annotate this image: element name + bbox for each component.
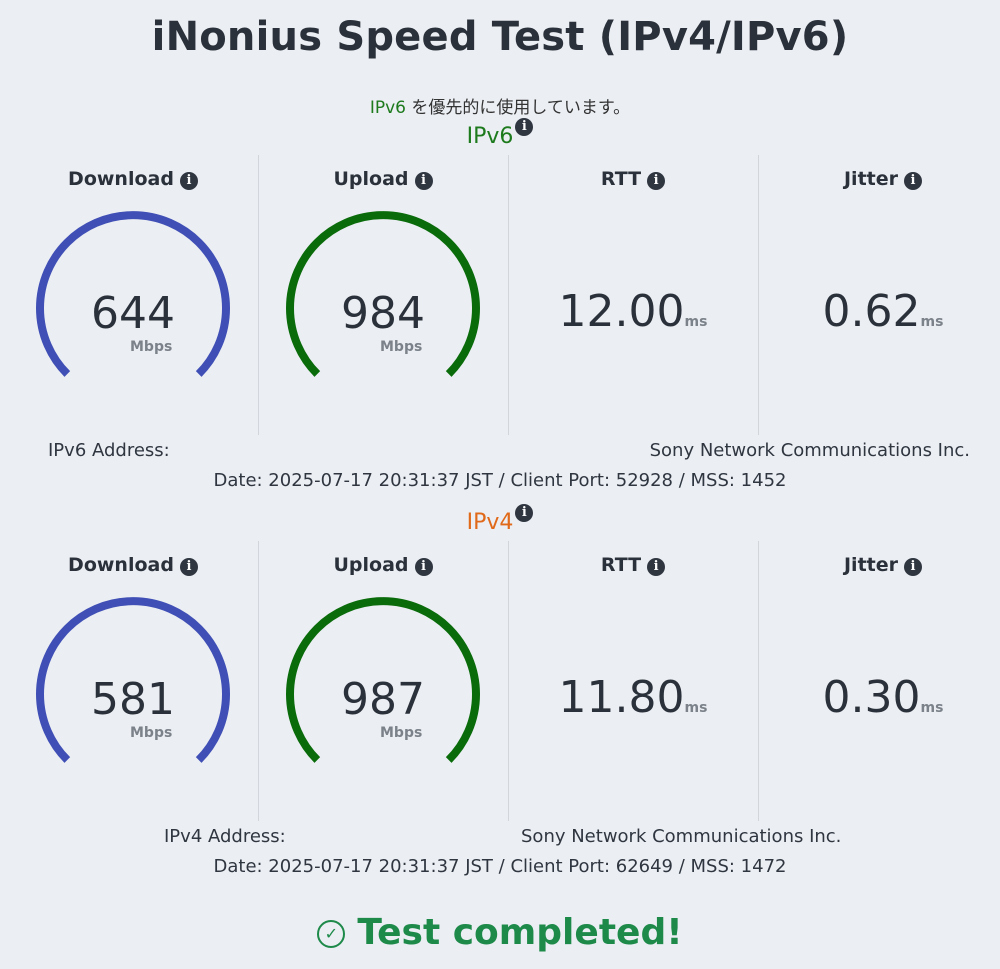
ipv4-details: Date: 2025-07-17 20:31:37 JST / Client P… [213, 856, 787, 877]
info-icon[interactable]: i [515, 118, 534, 136]
ipv4-upload-unit: Mbps [380, 725, 423, 741]
ipv6-jitter-value: 0.62ms [822, 286, 944, 337]
ipv4-section-label: IPv4 i [0, 504, 1000, 535]
info-icon[interactable]: i [414, 172, 433, 190]
ipv6-upload-unit: Mbps [380, 339, 423, 355]
page-title: iNonius Speed Test (IPv4/IPv6) [151, 14, 849, 60]
info-icon[interactable]: i [179, 172, 198, 190]
info-icon[interactable]: i [647, 558, 666, 576]
ipv6-upload-value: 984 [341, 288, 425, 339]
ipv4-download-header: Download i [8, 554, 258, 576]
info-icon[interactable]: i [904, 558, 922, 576]
ipv4-download-unit: Mbps [130, 725, 173, 741]
ipv6-upload-header: Upload i [258, 168, 508, 190]
info-icon[interactable]: i [179, 558, 198, 576]
ipv4-jitter-value: 0.30ms [822, 672, 944, 723]
ipv4-rtt-value: 11.80ms [558, 672, 708, 723]
ipv4-download-value: 581 [91, 674, 175, 725]
ipv6-section-label: IPv6 i [0, 118, 1000, 149]
protocol-preference: IPv6 を優先的に使用しています。 [0, 93, 1000, 118]
ipv6-download-unit: Mbps [130, 339, 173, 355]
ipv6-jitter-header: Jitter i [758, 168, 1000, 190]
ipv4-jitter-header: Jitter i [758, 554, 1000, 576]
ipv4-isp: Sony Network Communications Inc. [521, 826, 842, 847]
ipv4-upload-value: 987 [341, 674, 425, 725]
ipv6-rtt-header: RTT i [508, 168, 758, 190]
info-icon[interactable]: i [904, 172, 922, 190]
check-circle-icon: ✓ [317, 920, 346, 948]
info-icon[interactable]: i [515, 504, 534, 522]
test-completed-status: ✓ Test completed! [0, 912, 1000, 953]
preference-text: を優先的に使用しています。 [405, 98, 631, 118]
ipv4-rtt-header: RTT i [508, 554, 758, 576]
ipv4-upload-header: Upload i [258, 554, 508, 576]
ipv6-download-header: Download i [8, 168, 258, 190]
ipv6-rtt-value: 12.00ms [558, 286, 708, 337]
ipv6-download-value: 644 [91, 288, 175, 339]
ipv6-address-label: IPv6 Address: [48, 440, 170, 461]
info-icon[interactable]: i [647, 172, 666, 190]
ipv6-isp: Sony Network Communications Inc. [649, 440, 970, 461]
ipv4-address-label: IPv4 Address: [164, 826, 286, 847]
ipv6-details: Date: 2025-07-17 20:31:37 JST / Client P… [213, 470, 787, 491]
info-icon[interactable]: i [414, 558, 433, 576]
preference-ipv6: IPv6 [369, 98, 406, 118]
